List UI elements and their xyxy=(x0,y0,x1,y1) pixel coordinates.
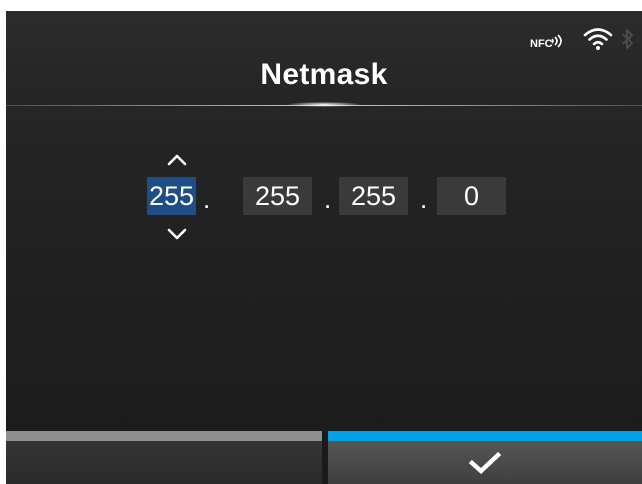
bluetooth-icon xyxy=(622,29,633,49)
decrement-arrow-icon[interactable] xyxy=(166,227,188,241)
octet-separator: . xyxy=(203,184,211,214)
netmask-octet-4[interactable]: 0 xyxy=(437,177,506,215)
header: Netmask NFC xyxy=(6,11,642,107)
wifi-icon xyxy=(583,28,613,50)
back-button[interactable] xyxy=(6,441,322,484)
right-button-indicator xyxy=(328,431,642,441)
netmask-editor: 255 . 255 . 255 . 0 xyxy=(6,107,642,431)
check-icon xyxy=(468,451,502,475)
nfc-waves-icon xyxy=(551,34,562,48)
confirm-button[interactable] xyxy=(328,441,642,484)
page-title: Netmask xyxy=(260,58,388,91)
octet-separator: . xyxy=(324,184,332,214)
netmask-octet-3[interactable]: 255 xyxy=(339,177,408,215)
netmask-octet-1[interactable]: 255 xyxy=(147,177,196,215)
increment-arrow-icon[interactable] xyxy=(166,153,188,167)
octet-separator: . xyxy=(420,184,428,214)
netmask-octet-2[interactable]: 255 xyxy=(243,177,312,215)
printer-screen: Netmask NFC 255 . 255 . 255 . 0 xyxy=(6,11,642,484)
nfc-icon: NFC xyxy=(530,31,572,53)
left-button-indicator xyxy=(6,431,322,441)
